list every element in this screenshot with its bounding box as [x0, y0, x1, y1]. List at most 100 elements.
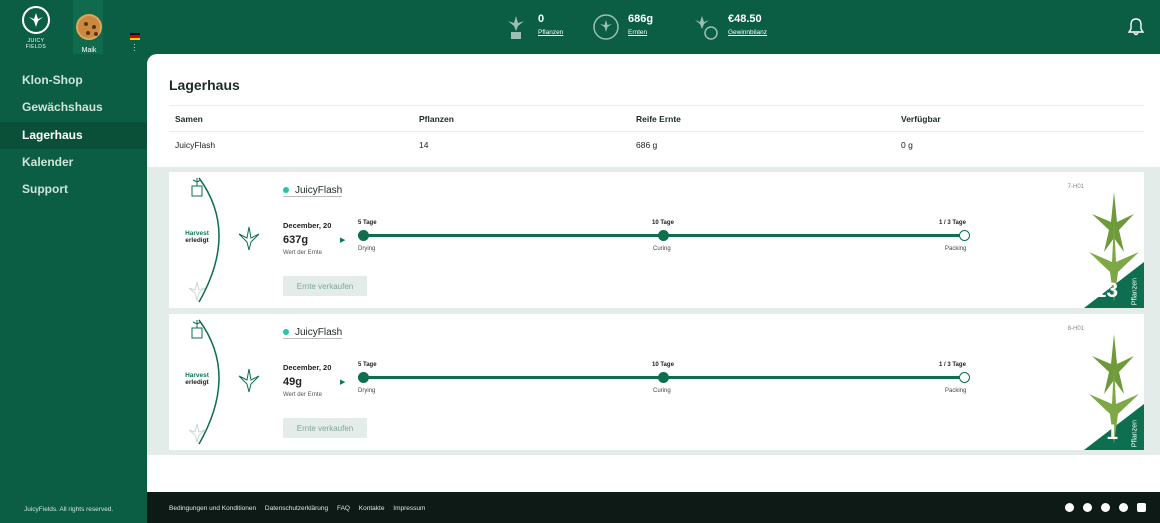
sidebar-item-klon-shop[interactable]: Klon-Shop	[0, 67, 147, 94]
step-duration: 10 Tage	[652, 362, 674, 368]
stat-profit-label: Gewinnbilanz	[728, 29, 768, 36]
sell-harvest-button[interactable]: Ernte verkaufen	[283, 418, 367, 438]
footer-link-faq[interactable]: FAQ	[337, 505, 350, 512]
harvest-date: December, 20	[283, 221, 332, 230]
step-check-icon	[358, 230, 369, 241]
instagram-icon[interactable]	[1101, 503, 1110, 512]
column-header: Samen	[175, 113, 203, 124]
stat-plants-value: 0	[538, 13, 545, 25]
step-duration: 1 / 3 Tage	[939, 220, 966, 226]
harvest-card: Harvest erledigt JuicyFlash December, 20…	[169, 172, 1144, 308]
step-check-icon	[358, 372, 369, 383]
plant-count-label: Pflanzen	[1131, 278, 1138, 306]
plant-count-label: Pflanzen	[1131, 420, 1138, 448]
strain-name[interactable]: JuicyFlash	[283, 185, 343, 197]
table-cell: 0 g	[901, 139, 913, 150]
more-vertical-icon[interactable]: · · ·	[133, 41, 136, 55]
avatar[interactable]	[76, 14, 102, 40]
step-name: Curing	[653, 388, 671, 394]
linkedin-icon[interactable]	[1119, 503, 1128, 512]
strain-label: JuicyFlash	[295, 185, 343, 196]
page-title: Lagerhaus	[169, 77, 240, 93]
harvest-status-title: Harvest	[185, 372, 209, 379]
step-name: Drying	[358, 246, 376, 252]
column-header: Pflanzen	[419, 113, 454, 124]
stat-harvests[interactable]: 686g Ernten	[592, 13, 653, 41]
step-check-icon	[658, 372, 669, 383]
money-plant-icon	[695, 16, 718, 40]
sidebar: Klon-Shop Gewächshaus Lagerhaus Kalender…	[0, 54, 147, 523]
bell-icon[interactable]	[1128, 18, 1144, 36]
harvest-weight-label: Wert der Ernte	[283, 392, 322, 398]
stat-profit-value: €48.50	[728, 13, 762, 25]
harvest-status-sub: erledigt	[185, 237, 209, 244]
footer-link-imprint[interactable]: Impressum	[393, 505, 425, 512]
step-pending-icon	[959, 230, 970, 241]
cannabis-plant-image	[1084, 334, 1144, 450]
harvest-weight: 49g	[283, 376, 302, 388]
harvest-wreath-icon	[593, 14, 619, 40]
main-content: Lagerhaus Samen Pflanzen Reife Ernte Ver…	[147, 54, 1160, 492]
footer-link-contact[interactable]: Kontakte	[359, 505, 385, 512]
harvest-status-title: Harvest	[185, 230, 209, 237]
footer-link-terms[interactable]: Bedingungen und Konditionen	[169, 505, 256, 512]
caret-right-icon[interactable]: ▶	[340, 378, 345, 386]
stat-plants-label: Pflanzen	[538, 29, 564, 36]
language-flag-icon[interactable]	[130, 33, 140, 40]
sidebar-item-support[interactable]: Support	[0, 176, 147, 203]
status-dot-icon	[283, 329, 289, 336]
strain-label: JuicyFlash	[295, 327, 343, 338]
footer: Bedingungen und Konditionen Datenschutze…	[147, 492, 1160, 523]
footer-link-privacy[interactable]: Datenschutzerklärung	[265, 505, 328, 512]
step-duration: 10 Tage	[652, 220, 674, 226]
plant-count: 1	[1106, 421, 1118, 444]
sidebar-item-kalender[interactable]: Kalender	[0, 149, 147, 176]
social-links	[1065, 503, 1146, 512]
harvest-weight-label: Wert der Ernte	[283, 250, 322, 256]
step-check-icon	[658, 230, 669, 241]
step-pending-icon	[959, 372, 970, 383]
stat-harvests-value: 686g	[628, 13, 654, 25]
top-bar: JUICY FIELDS Maik · · · 0 Pflanzen 686g Er…	[0, 0, 1160, 55]
step-name: Packing	[945, 246, 967, 252]
brand-logo[interactable]: JUICY FIELDS	[18, 6, 54, 50]
harvest-status: Harvest erledigt	[183, 230, 211, 244]
stat-harvests-label: Ernten	[628, 29, 648, 36]
harvest-card: Harvest erledigt JuicyFlash December, 20…	[169, 314, 1144, 450]
step-duration: 1 / 3 Tage	[939, 362, 966, 368]
step-name: Curing	[653, 246, 671, 252]
copyright: JuicyFields. All rights reserved.	[24, 506, 114, 513]
table-cell: 686 g	[636, 139, 658, 150]
warehouse-table: Samen Pflanzen Reife Ernte Verfügbar Jui…	[169, 105, 1144, 157]
table-cell: 14	[419, 139, 429, 150]
stat-plants[interactable]: 0 Pflanzen	[502, 13, 563, 41]
step-duration: 5 Tage	[358, 362, 377, 368]
table-header: Samen Pflanzen Reife Ernte Verfügbar	[169, 105, 1144, 131]
youtube-icon[interactable]	[1137, 503, 1146, 512]
harvest-date: December, 20	[283, 363, 332, 372]
harvest-status: Harvest erledigt	[183, 372, 211, 386]
harvest-weight: 637g	[283, 234, 309, 246]
column-header: Reife Ernte	[636, 113, 681, 124]
sidebar-item-gewaechshaus[interactable]: Gewächshaus	[0, 94, 147, 121]
telegram-icon[interactable]	[1065, 503, 1074, 512]
stat-profit[interactable]: €48.50 Gewinnbilanz	[692, 13, 767, 41]
footer-links: Bedingungen und Konditionen Datenschutze…	[169, 505, 432, 512]
step-name: Packing	[945, 388, 967, 394]
harvest-cards-area: Harvest erledigt JuicyFlash December, 20…	[147, 167, 1160, 455]
table-row: JuicyFlash 14 686 g 0 g	[169, 131, 1144, 157]
sidebar-item-lagerhaus[interactable]: Lagerhaus	[0, 122, 147, 149]
status-dot-icon	[283, 187, 289, 194]
logo-leaf-icon	[22, 6, 50, 34]
harvest-status-sub: erledigt	[185, 379, 209, 386]
sell-harvest-button[interactable]: Ernte verkaufen	[283, 276, 367, 296]
strain-name[interactable]: JuicyFlash	[283, 327, 343, 339]
plant-count: 13	[1094, 279, 1118, 302]
step-name: Drying	[358, 388, 376, 394]
facebook-icon[interactable]	[1083, 503, 1092, 512]
table-cell: JuicyFlash	[175, 139, 216, 150]
caret-right-icon[interactable]: ▶	[340, 236, 345, 244]
brand-name: JUICY FIELDS	[25, 38, 47, 50]
plant-pot-icon	[508, 16, 524, 39]
step-duration: 5 Tage	[358, 220, 377, 226]
